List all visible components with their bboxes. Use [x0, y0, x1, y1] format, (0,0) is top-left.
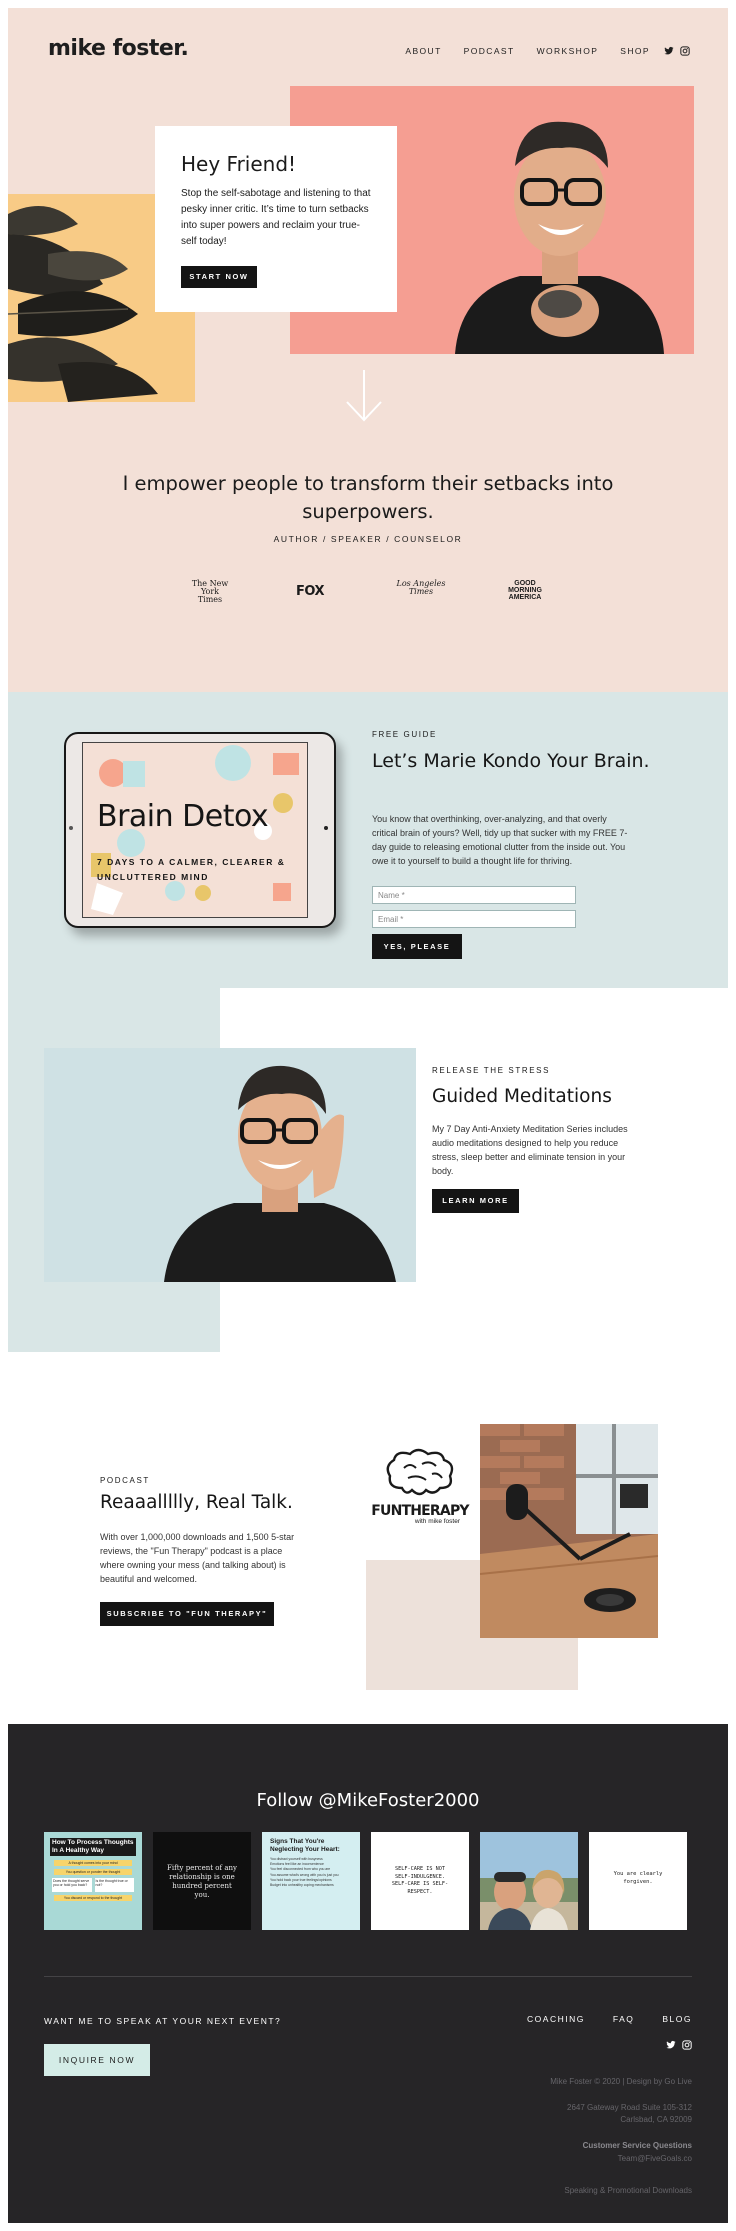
brain-detox-tablet: Brain Detox 7 DAYS TO A CALMER, CLEARER … — [64, 732, 336, 928]
press-logo-nyt: The New York Times — [191, 579, 229, 604]
copyright-text: Mike Foster © 2020 | Design by Go Live — [550, 2077, 692, 2086]
site-logo[interactable]: mike foster. — [48, 36, 189, 61]
footer-link-coaching[interactable]: COACHING — [527, 2014, 585, 2024]
fun-therapy-tagline: with mike foster — [414, 1518, 460, 1525]
mission-headline: I empower people to transform their setb… — [122, 472, 614, 523]
email-field[interactable]: Email * — [372, 910, 576, 928]
instagram-tile[interactable]: You are clearly forgiven. — [589, 1832, 687, 1930]
footer-link-faq[interactable]: FAQ — [613, 2014, 635, 2024]
instagram-tile[interactable]: Signs That You're Neglecting Your Heart:… — [262, 1832, 360, 1930]
instagram-heading[interactable]: Follow @MikeFoster2000 — [8, 1790, 728, 1811]
tile-step: Does the thought serve you or hold you b… — [52, 1878, 92, 1892]
brain-icon — [386, 1448, 454, 1496]
tablet-screen: Brain Detox 7 DAYS TO A CALMER, CLEARER … — [82, 742, 308, 918]
downloads-link[interactable]: Speaking & Promotional Downloads — [564, 2185, 692, 2197]
tile-step: Is the thought true or not? — [94, 1878, 134, 1892]
meditations-text: My 7 Day Anti-Anxiety Meditation Series … — [432, 1124, 628, 1176]
hero-title: Hey Friend! — [181, 152, 297, 176]
tablet-home-button — [324, 826, 328, 830]
podcast-title: Reaaallllly, Real Talk. — [100, 1492, 293, 1513]
subscribe-button[interactable]: SUBSCRIBE TO "FUN THERAPY" — [100, 1602, 274, 1626]
guide-title: Let’s Marie Kondo Your Brain. — [372, 750, 650, 772]
press-logo-gma: GOOD MORNING AMERICA — [508, 580, 542, 601]
tablet-title: Brain Detox — [97, 799, 269, 834]
tile-quote: SELF-CARE IS NOT SELF-INDULGENCE. SELF-C… — [391, 1866, 449, 1895]
meditations-photo — [44, 1048, 416, 1282]
tile-list: You distract yourself with busyness Emot… — [270, 1857, 352, 1888]
podcast-text: With over 1,000,000 downloads and 1,500 … — [100, 1532, 295, 1584]
header-social — [664, 46, 690, 56]
fun-therapy-logo: FUNTHERAPY with mike foster — [370, 1448, 470, 1548]
twitter-icon[interactable] — [664, 46, 674, 56]
podcast-eyebrow: PODCAST — [100, 1476, 150, 1485]
name-field[interactable]: Name * — [372, 886, 576, 904]
instagram-tile[interactable] — [480, 1832, 578, 1930]
tablet-subtitle: 7 DAYS TO A CALMER, CLEARER & UNCLUTTERE… — [97, 857, 286, 882]
customer-service-title: Customer Service Questions — [582, 2141, 692, 2150]
nav-about[interactable]: ABOUT — [405, 46, 441, 56]
mission-roles: AUTHOR / SPEAKER / COUNSELOR — [273, 534, 463, 544]
page: mike foster. ABOUT PODCAST WORKSHOP SHOP — [8, 8, 728, 2223]
nav-shop[interactable]: SHOP — [620, 46, 650, 56]
footer-divider — [44, 1976, 692, 1977]
fun-therapy-wordmark: FUNTHERAPY — [371, 1503, 469, 1519]
tile-list-item: Budget into unhealthy coping mechanisms — [270, 1883, 334, 1888]
hero-card: Hey Friend! Stop the self-sabotage and l… — [155, 126, 397, 312]
yes-please-button[interactable]: YES, PLEASE — [372, 934, 462, 959]
footer-nav: COACHING FAQ BLOG — [527, 2014, 692, 2024]
instagram-tile[interactable]: How To Process Thoughts In A Healthy Way… — [44, 1832, 142, 1930]
address-line-1: 2647 Gateway Road Suite 105-312 — [567, 2103, 692, 2112]
press-logo-fox: FOX — [296, 584, 325, 599]
twitter-icon[interactable] — [666, 2040, 676, 2050]
instagram-tile[interactable]: SELF-CARE IS NOT SELF-INDULGENCE. SELF-C… — [371, 1832, 469, 1930]
tile-quote: You are clearly forgiven. — [613, 1871, 663, 1885]
instagram-tile[interactable]: Fifty percent of any relationship is one… — [153, 1832, 251, 1930]
hero-text: Stop the self-sabotage and listening to … — [181, 188, 371, 247]
instagram-icon[interactable] — [680, 46, 690, 56]
speaking-question: WANT ME TO SPEAK AT YOUR NEXT EVENT? — [44, 2016, 282, 2026]
customer-service-email[interactable]: Team@FiveGoals.co — [618, 2153, 692, 2165]
address-line-2: Carlsbad, CA 92009 — [620, 2115, 692, 2124]
tile-title: Signs That You're Neglecting Your Heart: — [270, 1838, 340, 1853]
press-logo-la-times: Los Angeles Times — [396, 579, 446, 596]
meditations-eyebrow: RELEASE THE STRESS — [432, 1066, 551, 1075]
footer-link-blog[interactable]: BLOG — [662, 2014, 692, 2024]
address-block: 2647 Gateway Road Suite 105-312 Carlsbad… — [567, 2102, 692, 2126]
inquire-now-button[interactable]: INQUIRE NOW — [44, 2044, 150, 2076]
main-nav: ABOUT PODCAST WORKSHOP SHOP — [405, 46, 690, 56]
nav-podcast[interactable]: PODCAST — [464, 46, 515, 56]
tile-step: A thought comes into your mind — [54, 1860, 132, 1866]
tile-quote: Fifty percent of any relationship is one… — [167, 1864, 237, 1899]
tablet-camera — [69, 826, 73, 830]
guide-eyebrow: FREE GUIDE — [372, 730, 437, 739]
footer-social — [666, 2040, 692, 2050]
meditations-title: Guided Meditations — [432, 1086, 612, 1107]
selfie-photo — [480, 1832, 578, 1930]
nav-workshop[interactable]: WORKSHOP — [537, 46, 599, 56]
guide-text: You know that overthinking, over-analyzi… — [372, 814, 628, 866]
podcast-studio-photo — [480, 1424, 658, 1638]
tile-title: How To Process Thoughts In A Healthy Way — [50, 1838, 136, 1856]
tile-step: You discard or respond to the thought — [54, 1895, 132, 1901]
learn-more-button[interactable]: LEARN MORE — [432, 1189, 519, 1213]
tile-step: You question or ponder the thought — [54, 1869, 132, 1875]
arrow-down-icon — [346, 370, 382, 422]
start-now-button[interactable]: START NOW — [181, 266, 257, 288]
instagram-icon[interactable] — [682, 2040, 692, 2050]
